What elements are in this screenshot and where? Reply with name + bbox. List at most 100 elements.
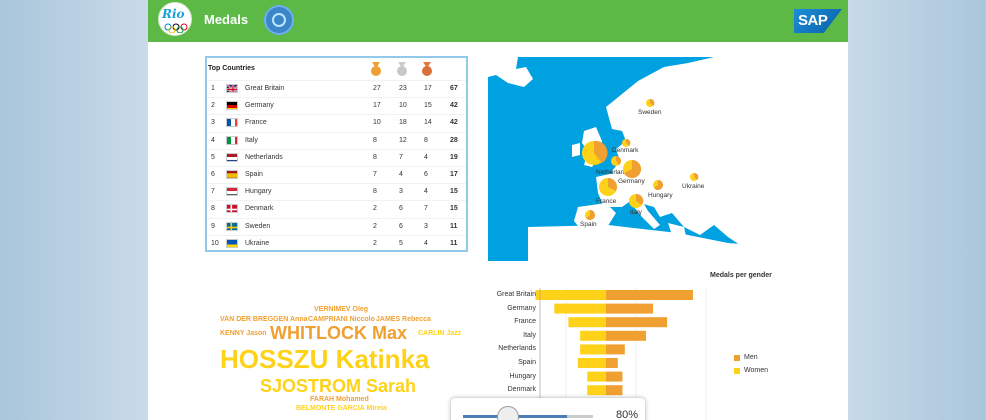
assistant-button[interactable] <box>264 5 294 35</box>
ukraine-flag-icon <box>226 238 238 248</box>
table-row[interactable]: 7 Hungary 8 3 4 15 <box>207 183 466 200</box>
silver-cell: 3 <box>399 188 403 196</box>
bar-women[interactable] <box>577 358 606 368</box>
chart-legend: Men Women <box>734 354 768 380</box>
bar-men[interactable] <box>606 330 646 341</box>
word-cloud-item[interactable]: BELMONTE GARCIA Mireia <box>296 405 387 412</box>
table-row[interactable]: 3 France 10 18 14 42 <box>207 114 466 131</box>
gold-cell: 8 <box>373 153 377 161</box>
table-row[interactable]: 6 Spain 7 4 6 17 <box>207 166 466 183</box>
bronze-cell: 4 <box>424 153 428 161</box>
bar-women[interactable] <box>580 330 606 341</box>
bar-men[interactable] <box>606 385 623 396</box>
legend-label-men: Men <box>744 354 758 361</box>
bar-men[interactable] <box>606 303 653 314</box>
map-pie-markers <box>582 98 699 220</box>
gold-cell: 17 <box>373 102 381 110</box>
word-cloud-item[interactable]: CAMPRIANI Niccolo <box>308 316 375 323</box>
total-cell: 42 <box>450 102 458 110</box>
gold-medal-icon <box>370 62 382 78</box>
pie-marker-italy <box>629 193 644 208</box>
bar-men[interactable] <box>606 317 668 328</box>
word-cloud-item[interactable]: SJOSTROM Sarah <box>260 376 416 397</box>
table-row[interactable]: 10 Ukraine 2 5 4 11 <box>207 234 466 252</box>
pie-marker-great-britain <box>582 140 608 165</box>
gold-cell: 7 <box>373 171 377 178</box>
gold-cell: 8 <box>373 136 377 144</box>
rank-cell: 9 <box>211 222 215 230</box>
italy-flag-icon <box>226 135 238 145</box>
bronze-cell: 15 <box>424 102 432 110</box>
silver-cell: 6 <box>399 222 403 230</box>
total-cell: 19 <box>450 153 458 161</box>
country-cell: Spain <box>245 171 263 178</box>
europe-map[interactable]: Sweden Denmark Netherlands Germany Ukrai… <box>488 57 779 261</box>
table-row[interactable]: 9 Sweden 2 6 3 11 <box>207 217 466 235</box>
word-cloud-item[interactable]: HOSSZU Katinka <box>220 344 430 375</box>
rank-cell: 1 <box>211 85 215 92</box>
top-bar: Rio Medals SAP <box>148 0 848 42</box>
word-cloud-item[interactable]: KENNY Jason <box>220 330 267 337</box>
word-cloud-item[interactable]: VAN DER BREGGEN Anna <box>220 316 308 323</box>
gold-cell: 2 <box>373 222 377 230</box>
country-cell: Netherlands <box>245 153 283 161</box>
silver-cell: 23 <box>399 85 407 92</box>
total-cell: 15 <box>450 205 458 213</box>
word-cloud-item[interactable]: JAMES Rebecca <box>376 316 431 323</box>
bar-women[interactable] <box>587 385 606 396</box>
bar-women[interactable] <box>554 303 606 314</box>
bronze-cell: 4 <box>424 239 428 247</box>
total-cell: 42 <box>450 119 458 127</box>
pie-marker-france <box>599 178 617 196</box>
progress-knob[interactable] <box>497 406 519 420</box>
word-cloud-item[interactable]: WHITLOCK Max <box>270 323 407 344</box>
bar-men[interactable] <box>606 371 623 382</box>
gold-cell: 2 <box>373 205 377 213</box>
gold-cell: 27 <box>373 85 381 92</box>
bar-men[interactable] <box>606 344 625 355</box>
rank-cell: 5 <box>211 153 215 161</box>
hungary-flag-icon <box>226 187 238 197</box>
bar-men[interactable] <box>606 290 693 300</box>
table-row[interactable]: 4 Italy 8 12 8 28 <box>207 131 466 149</box>
bar-women[interactable] <box>568 317 606 328</box>
bar-women[interactable] <box>535 290 607 300</box>
legend-item-women[interactable]: Women <box>734 367 768 380</box>
pie-marker-sweden <box>646 98 655 107</box>
legend-swatch-women <box>734 368 740 374</box>
pie-marker-hungary <box>653 180 663 191</box>
bar-women[interactable] <box>580 344 606 355</box>
total-cell: 28 <box>450 136 458 144</box>
pie-marker-denmark <box>622 138 631 147</box>
rio-logo[interactable]: Rio <box>158 2 192 36</box>
germany-flag-icon <box>226 101 238 111</box>
denmark-flag-icon <box>226 204 238 214</box>
word-cloud-item[interactable]: CARLIN Jazz <box>418 330 461 337</box>
uk-flag-icon <box>226 84 238 93</box>
legend-swatch-men <box>734 355 740 361</box>
word-cloud-item[interactable]: FARAH Mohamed <box>310 396 369 403</box>
pie-marker-ukraine <box>690 172 699 181</box>
rank-cell: 3 <box>211 119 215 127</box>
country-cell: Germany <box>245 102 274 110</box>
legend-item-men[interactable]: Men <box>734 354 768 367</box>
bar-men[interactable] <box>606 358 618 368</box>
table-row[interactable]: 2 Germany 17 10 15 42 <box>207 97 466 114</box>
top-countries-table: Top Countries 1 Great Britain 27 23 17 67 2 Ger… <box>205 56 468 252</box>
gold-cell: 2 <box>373 239 377 247</box>
table-row[interactable]: 5 Netherlands 8 7 4 19 <box>207 148 466 166</box>
netherlands-flag-icon <box>226 152 238 162</box>
progress-track <box>463 415 593 418</box>
rank-cell: 2 <box>211 102 215 110</box>
country-cell: France <box>245 119 267 127</box>
rank-cell: 8 <box>211 205 215 213</box>
pie-marker-germany <box>623 159 642 178</box>
word-cloud-item[interactable]: VERNIMEV Oleg <box>314 306 368 313</box>
bar-women[interactable] <box>587 371 606 382</box>
rank-cell: 10 <box>211 239 219 247</box>
table-row[interactable]: 1 Great Britain 27 23 17 67 <box>207 80 466 97</box>
country-cell: Denmark <box>245 205 274 213</box>
bronze-medal-icon <box>421 62 433 78</box>
table-row[interactable]: 8 Denmark 2 6 7 15 <box>207 200 466 217</box>
bronze-cell: 7 <box>424 205 428 213</box>
